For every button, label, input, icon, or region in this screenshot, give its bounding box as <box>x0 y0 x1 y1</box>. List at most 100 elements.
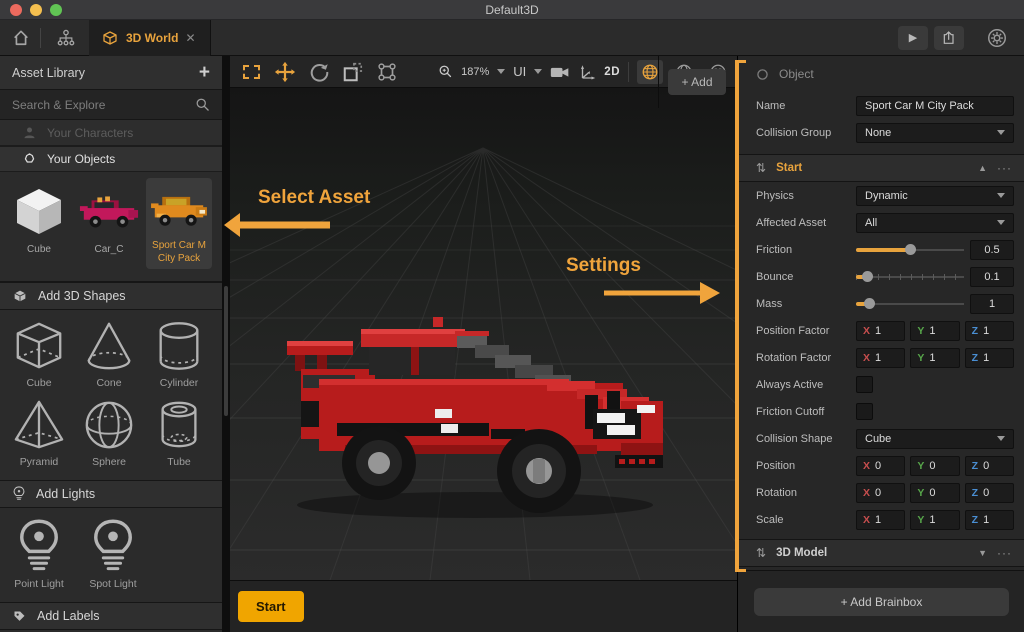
3d-model-section-header[interactable]: ⇅ 3D Model ▼··· <box>738 539 1024 567</box>
asset-label: Sport Car M City Pack <box>147 240 211 265</box>
free-transform-tool[interactable] <box>372 59 402 85</box>
voxel-car-model[interactable] <box>285 283 670 523</box>
zoom-level[interactable]: 187% <box>461 66 489 78</box>
chevron-down-icon[interactable] <box>497 69 505 74</box>
shape-cube[interactable]: Cube <box>4 318 74 389</box>
rotate-tool[interactable] <box>304 59 334 85</box>
asset-library-title: Asset Library <box>12 66 85 80</box>
asset-cube[interactable]: Cube <box>6 178 72 261</box>
node-tree-icon <box>56 28 76 48</box>
sidebar-item-your-characters[interactable]: Your Characters <box>0 120 222 146</box>
shape-tube[interactable]: Tube <box>144 397 214 468</box>
add-lights-header[interactable]: Add Lights <box>0 480 222 508</box>
chevron-down-icon[interactable] <box>534 69 542 74</box>
move-tool[interactable] <box>270 59 300 85</box>
collapse-icon[interactable]: ▲ <box>978 163 987 173</box>
camera-icon[interactable] <box>550 64 570 80</box>
search-bar[interactable] <box>0 90 222 120</box>
close-tab-icon[interactable]: ✕ <box>185 31 195 45</box>
rotation-y-field[interactable]: Y0 <box>910 483 959 503</box>
scale-x-field[interactable]: X1 <box>856 510 905 530</box>
cube-shape-icon <box>12 318 66 374</box>
home-button[interactable] <box>6 24 36 52</box>
export-button[interactable] <box>934 26 964 50</box>
start-section-header[interactable]: ⇅ Start ▲··· <box>738 154 1024 182</box>
mass-value-field[interactable]: 1 <box>970 294 1014 314</box>
position-factor-x-field[interactable]: X1 <box>856 321 905 341</box>
3d-viewport[interactable] <box>230 88 737 580</box>
physics-select[interactable]: Dynamic <box>856 186 1014 206</box>
select-tool[interactable] <box>236 59 266 85</box>
search-input[interactable] <box>12 98 195 112</box>
add-node-button[interactable]: + Add <box>668 69 726 95</box>
sidebar-scrollbar[interactable] <box>222 56 230 632</box>
friction-slider[interactable] <box>856 240 964 260</box>
rotation-factor-z-field[interactable]: Z1 <box>965 348 1014 368</box>
add-3d-shapes-header[interactable]: Add 3D Shapes <box>0 282 222 310</box>
friction-label: Friction <box>756 244 856 256</box>
mode-2d-button[interactable]: 2D <box>604 66 620 78</box>
slider-thumb[interactable] <box>905 244 916 255</box>
select-asset-arrow <box>224 213 336 237</box>
rotation-x-field[interactable]: X0 <box>856 483 905 503</box>
name-input[interactable] <box>865 100 1005 112</box>
asset-sport-car-m[interactable]: Sport Car M City Pack <box>146 178 212 269</box>
scale-tool[interactable] <box>338 59 368 85</box>
start-button[interactable]: Start <box>238 591 304 622</box>
sidebar-item-your-objects[interactable]: Your Objects <box>0 146 222 172</box>
friction-value-field[interactable]: 0.5 <box>970 240 1014 260</box>
position-z-field[interactable]: Z0 <box>965 456 1014 476</box>
more-menu-icon[interactable]: ··· <box>997 546 1012 560</box>
position-y-field[interactable]: Y0 <box>910 456 959 476</box>
node-map-button[interactable] <box>51 24 81 52</box>
tab-3d-world[interactable]: 3D World ✕ <box>89 20 211 56</box>
bounce-slider[interactable] <box>856 267 964 287</box>
affected-asset-select[interactable]: All <box>856 213 1014 233</box>
mass-slider[interactable] <box>856 294 964 314</box>
slider-thumb[interactable] <box>862 271 873 282</box>
search-icon <box>195 97 210 112</box>
light-spot[interactable]: Spot Light <box>82 518 144 590</box>
globe-view-button-active[interactable] <box>637 60 663 84</box>
value: 1 <box>875 325 881 337</box>
category-label: Your Characters <box>47 126 133 140</box>
cube-asset-thumbnail <box>11 182 67 240</box>
mass-row: Mass 1 <box>738 290 1024 317</box>
value: 1 <box>983 514 989 526</box>
collision-group-select[interactable]: None <box>856 123 1014 143</box>
settings-button[interactable] <box>982 26 1012 50</box>
rotation-z-field[interactable]: Z0 <box>965 483 1014 503</box>
collision-shape-select[interactable]: Cube <box>856 429 1014 449</box>
name-input-wrap[interactable] <box>856 96 1014 116</box>
play-button[interactable]: ▶ <box>898 26 928 50</box>
collapse-icon[interactable]: ▼ <box>978 548 987 558</box>
more-menu-icon[interactable]: ··· <box>997 161 1012 175</box>
add-asset-button[interactable]: + <box>199 63 210 82</box>
3d-model-section-title: 3D Model <box>776 547 827 559</box>
ui-menu[interactable]: UI <box>513 64 526 79</box>
position-factor-z-field[interactable]: Z1 <box>965 321 1014 341</box>
value: 0 <box>875 487 881 499</box>
add-brainbox-button[interactable]: + Add Brainbox <box>754 588 1009 616</box>
axes-gizmo-icon[interactable] <box>578 63 596 81</box>
shape-cylinder[interactable]: Cylinder <box>144 318 214 389</box>
always-active-checkbox[interactable] <box>856 376 873 393</box>
slider-thumb[interactable] <box>864 298 875 309</box>
scrollbar-thumb[interactable] <box>224 286 228 416</box>
bounce-value-field[interactable]: 0.1 <box>970 267 1014 287</box>
asset-car-c[interactable]: Car_C <box>76 178 142 261</box>
rotation-factor-x-field[interactable]: X1 <box>856 348 905 368</box>
scale-y-field[interactable]: Y1 <box>910 510 959 530</box>
shape-pyramid[interactable]: Pyramid <box>4 397 74 468</box>
add-labels-header[interactable]: Add Labels <box>0 602 222 630</box>
zoom-icon[interactable] <box>438 64 453 79</box>
shape-cone[interactable]: Cone <box>74 318 144 389</box>
position-x-field[interactable]: X0 <box>856 456 905 476</box>
friction-cutoff-checkbox[interactable] <box>856 403 873 420</box>
shape-sphere[interactable]: Sphere <box>74 397 144 468</box>
scale-z-field[interactable]: Z1 <box>965 510 1014 530</box>
rotation-factor-y-field[interactable]: Y1 <box>910 348 959 368</box>
light-point[interactable]: Point Light <box>8 518 70 590</box>
asset-label: Cube <box>27 244 51 257</box>
position-factor-y-field[interactable]: Y1 <box>910 321 959 341</box>
